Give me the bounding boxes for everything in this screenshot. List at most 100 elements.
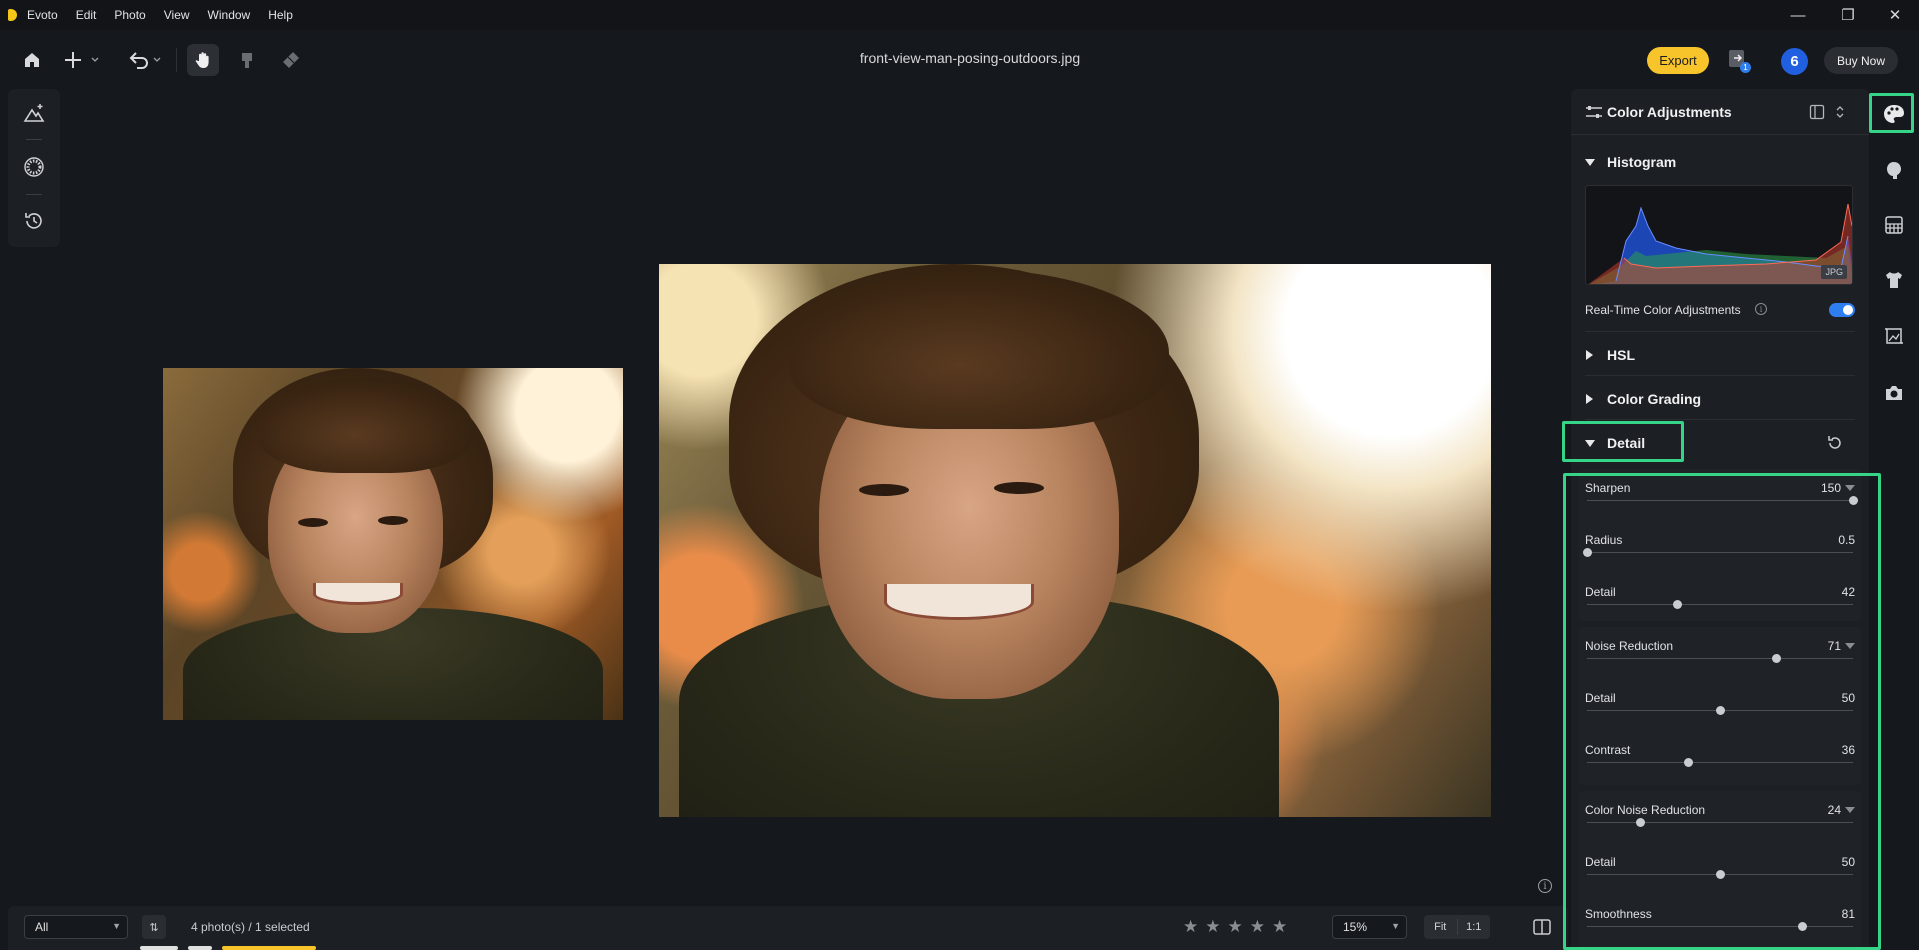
minimize-button[interactable]: — — [1775, 0, 1821, 30]
buy-now-button[interactable]: Buy Now — [1824, 47, 1898, 74]
filmstrip-thumb[interactable] — [188, 946, 212, 950]
history-button[interactable] — [22, 209, 46, 233]
eraser-tool-button[interactable] — [278, 44, 304, 76]
filmstrip-thumb[interactable] — [140, 946, 178, 950]
slider-value[interactable]: 24 — [1828, 803, 1841, 817]
export-button[interactable]: Export — [1647, 47, 1709, 74]
slider-value[interactable]: 50 — [1842, 691, 1855, 705]
brush-tool-button[interactable] — [234, 44, 260, 76]
slider-thumb[interactable] — [1673, 600, 1683, 609]
photo-eye-left — [859, 484, 909, 496]
crop-module-button[interactable] — [1882, 324, 1906, 348]
slider-value[interactable]: 71 — [1828, 639, 1841, 653]
menu-view[interactable]: View — [164, 8, 190, 22]
one-to-one-button[interactable]: 1:1 — [1458, 915, 1491, 939]
background-module-button[interactable] — [1882, 213, 1906, 237]
slider-value[interactable]: 42 — [1842, 585, 1855, 599]
hand-tool-button[interactable] — [187, 44, 219, 76]
slider-track[interactable] — [1587, 926, 1853, 927]
face-module-button[interactable] — [1882, 158, 1906, 182]
caret-down-icon — [1585, 440, 1595, 447]
star-icon[interactable]: ★ — [1228, 917, 1243, 937]
slider-value[interactable]: 150 — [1821, 481, 1841, 495]
slider-track[interactable] — [1587, 604, 1853, 605]
slider-track[interactable] — [1587, 552, 1853, 553]
slider-color-noise-reduction: Color Noise Reduction 24 — [1585, 803, 1855, 845]
detail-section-header[interactable]: Detail — [1585, 432, 1855, 454]
slider-thumb[interactable] — [1771, 654, 1781, 663]
slider-track[interactable] — [1587, 500, 1853, 501]
star-icon[interactable]: ★ — [1205, 917, 1220, 937]
hsl-section-header[interactable]: HSL — [1585, 344, 1855, 366]
slider-value[interactable]: 0.5 — [1838, 533, 1855, 547]
star-icon[interactable]: ★ — [1272, 917, 1287, 937]
expand-caret-icon[interactable] — [1845, 643, 1855, 649]
slider-label: Contrast — [1585, 743, 1631, 757]
camera-icon — [1886, 386, 1902, 400]
rating-stars: ★ ★ ★ ★ ★ — [1183, 917, 1287, 937]
close-button[interactable]: ✕ — [1872, 0, 1918, 30]
edited-photo-preview[interactable] — [659, 264, 1491, 817]
realtime-adjustments-toggle[interactable] — [1829, 303, 1855, 317]
compare-view-button[interactable] — [1531, 916, 1553, 938]
menu-edit[interactable]: Edit — [76, 8, 97, 22]
filmstrip-thumb-selected[interactable] — [222, 946, 316, 950]
home-button[interactable] — [20, 44, 44, 76]
color-adjustments-panel: Color Adjustments Histogram JPG Real-Tim… — [1571, 89, 1869, 950]
layout-toggle-icon[interactable] — [1809, 104, 1825, 120]
color-grading-section-header[interactable]: Color Grading — [1585, 388, 1855, 410]
expand-caret-icon[interactable] — [1845, 807, 1855, 813]
menu-photo[interactable]: Photo — [114, 8, 145, 22]
expand-collapse-icon[interactable] — [1835, 104, 1845, 120]
fit-button[interactable]: Fit — [1424, 915, 1457, 939]
slider-thumb[interactable] — [1798, 922, 1808, 931]
info-icon[interactable]: i — [1755, 303, 1767, 315]
photo-filter-value: All — [35, 920, 49, 934]
add-button[interactable] — [62, 44, 104, 76]
queue-button[interactable]: 1 — [1728, 49, 1751, 73]
slider-thumb[interactable] — [1716, 870, 1725, 879]
adjust-tool-button[interactable] — [22, 101, 46, 125]
user-avatar[interactable]: 6 — [1781, 48, 1808, 75]
reset-icon[interactable] — [1825, 433, 1845, 453]
eraser-icon — [283, 52, 299, 68]
section-divider — [1585, 375, 1855, 376]
slider-track[interactable] — [1587, 822, 1853, 823]
star-icon[interactable]: ★ — [1250, 917, 1265, 937]
photo-eye-right — [994, 482, 1044, 494]
slider-thumb[interactable] — [1684, 758, 1694, 767]
texture-tool-button[interactable] — [22, 155, 46, 179]
slider-value[interactable]: 50 — [1842, 855, 1855, 869]
menu-help[interactable]: Help — [268, 8, 293, 22]
slider-value[interactable]: 36 — [1842, 743, 1855, 757]
menu-bar: Evoto Edit Photo View Window Help — ❐ ✕ — [0, 0, 1919, 30]
slider-thumb[interactable] — [1716, 706, 1725, 715]
sort-button[interactable]: ⇅ — [142, 915, 166, 939]
photo-filter-select[interactable]: All ▼ — [24, 915, 128, 939]
zoom-select[interactable]: 15% ▼ — [1332, 915, 1407, 939]
histogram-label: Histogram — [1607, 154, 1677, 170]
slider-value[interactable]: 81 — [1842, 907, 1855, 921]
expand-caret-icon[interactable] — [1845, 485, 1855, 491]
toolbar: front-view-man-posing-outdoors.jpg Expor… — [0, 30, 1919, 90]
app-name: Evoto — [27, 8, 58, 22]
slider-track[interactable] — [1587, 658, 1853, 659]
slider-thumb[interactable] — [1636, 818, 1646, 827]
star-icon[interactable]: ★ — [1183, 917, 1198, 937]
panel-header: Color Adjustments — [1571, 89, 1869, 135]
histogram-section-header[interactable]: Histogram — [1585, 151, 1855, 173]
camera-module-button[interactable] — [1882, 381, 1906, 405]
color-module-button[interactable] — [1882, 102, 1906, 126]
slider-label: Color Noise Reduction — [1585, 803, 1706, 817]
slider-thumb[interactable] — [1849, 496, 1858, 505]
canvas-info-icon[interactable]: i — [1538, 879, 1552, 893]
slider-track[interactable] — [1587, 762, 1853, 763]
original-photo-preview[interactable] — [163, 368, 623, 720]
histogram-graph — [1588, 203, 1852, 284]
clothing-module-button[interactable] — [1882, 268, 1906, 292]
undo-button[interactable] — [128, 44, 166, 76]
photo-smile — [313, 583, 403, 605]
restore-button[interactable]: ❐ — [1825, 0, 1871, 30]
slider-thumb[interactable] — [1583, 548, 1592, 557]
menu-window[interactable]: Window — [208, 8, 251, 22]
